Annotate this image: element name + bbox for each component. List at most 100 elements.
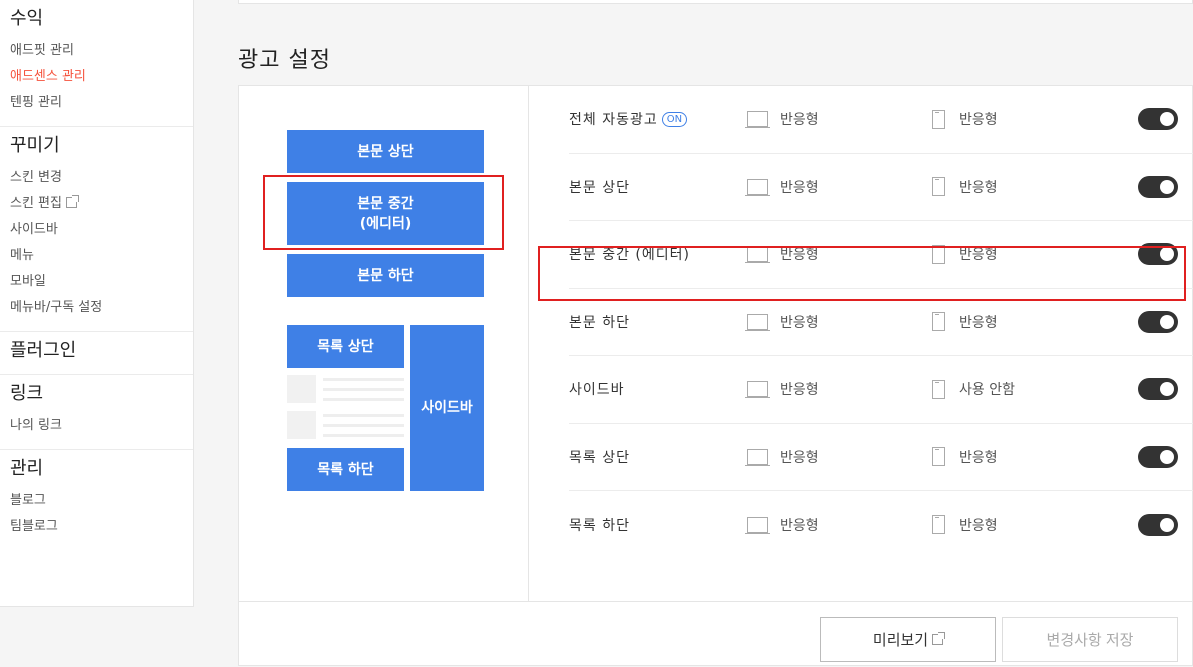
ad-slot-toggle[interactable]: [1138, 378, 1178, 401]
pc-ad-type-value: 반응형: [780, 179, 819, 196]
sidebar-item-sidebar[interactable]: 사이드바: [10, 217, 183, 243]
phone-icon: [932, 447, 945, 467]
ad-slot-toggle[interactable]: [1138, 310, 1178, 333]
sidebar-group-plugin: 플러그인: [0, 332, 193, 375]
ad-slot-label-text: 전체 자동광고: [569, 112, 658, 129]
mobile-ad-type-value: 반응형: [959, 112, 998, 129]
preview-list-line: [323, 434, 404, 437]
sidebar-item-my-link[interactable]: 나의 링크: [10, 413, 183, 439]
sidebar-item-skin-edit[interactable]: 스킨 편집: [10, 191, 183, 217]
pc-ad-type[interactable]: 반응형: [745, 447, 819, 467]
preview-sidebar: 사이드바: [410, 325, 484, 491]
ad-slot-toggle[interactable]: [1138, 175, 1178, 198]
pc-ad-type[interactable]: 반응형: [745, 109, 819, 129]
ad-slot-toggle[interactable]: [1138, 108, 1178, 131]
phone-icon: [932, 109, 945, 129]
ad-slot-row-list-bottom: 목록 하단 반응형 반응형: [569, 491, 1193, 559]
sidebar: 수익 애드핏 관리 애드센스 관리 텐핑 관리 꾸미기 스킨 변경 스킨 편집 …: [0, 0, 194, 607]
sidebar-item-skin-edit-label: 스킨 편집: [10, 196, 62, 211]
sidebar-item-team-blog[interactable]: 팀블로그: [10, 514, 183, 540]
ad-slot-toggle[interactable]: [1138, 513, 1178, 536]
preview-body-top: 본문 상단: [287, 130, 484, 173]
ad-slot-row-body-top: 본문 상단 반응형 반응형: [569, 154, 1193, 221]
sidebar-item-skin-change[interactable]: 스킨 변경: [10, 165, 183, 191]
sidebar-group-link: 링크 나의 링크: [0, 375, 193, 450]
preview-list-line: [323, 388, 404, 391]
sidebar-title-manage: 관리: [10, 458, 44, 479]
preview-list-thumb: [287, 375, 316, 403]
preview-list-line: [323, 378, 404, 381]
pc-ad-type[interactable]: 반응형: [745, 379, 819, 399]
ad-slot-label: 전체 자동광고 ON: [569, 86, 688, 153]
preview-list-line: [323, 414, 404, 417]
preview-button-label: 미리보기: [872, 632, 929, 649]
external-link-icon: [65, 195, 79, 208]
sidebar-item-tenping[interactable]: 텐핑 관리: [10, 90, 183, 116]
ad-slot-row-auto: 전체 자동광고 ON 반응형 반응형: [569, 86, 1193, 154]
ad-slot-label: 본문 상단: [569, 179, 630, 196]
mobile-ad-type[interactable]: 반응형: [932, 177, 998, 197]
highlight-box: [538, 246, 1186, 301]
sidebar-item-adsense[interactable]: 애드센스 관리: [10, 64, 183, 90]
pc-ad-type-value: 반응형: [780, 112, 819, 129]
top-panel-edge: [238, 0, 1193, 4]
sidebar-group-decorate: 꾸미기 스킨 변경 스킨 편집 사이드바 메뉴 모바일 메뉴바/구독 설정: [0, 127, 193, 332]
pc-ad-type-value: 반응형: [780, 449, 819, 466]
sidebar-group-revenue: 수익 애드핏 관리 애드센스 관리 텐핑 관리: [0, 0, 193, 127]
phone-icon: [932, 312, 945, 332]
ad-slot-row-sidebar: 사이드바 반응형 사용 안함: [569, 356, 1193, 424]
sidebar-title-link: 링크: [10, 383, 44, 404]
preview-list-top: 목록 상단: [287, 325, 404, 368]
preview-list-thumb: [287, 411, 316, 439]
ad-slot-label: 목록 상단: [569, 449, 630, 466]
phone-icon: [932, 515, 945, 535]
page-title: 광고 설정: [238, 48, 331, 73]
sidebar-item-adfit[interactable]: 애드핏 관리: [10, 38, 183, 64]
mobile-ad-type[interactable]: 반응형: [932, 109, 998, 129]
mobile-ad-type-value: 반응형: [959, 449, 998, 466]
pc-ad-type[interactable]: 반응형: [745, 312, 819, 332]
ad-settings-panel: 본문 상단 본문 중간 (에디터) 본문 하단 목록 상단 목록 하단 사이드바…: [238, 85, 1193, 666]
phone-icon: [932, 177, 945, 197]
pc-ad-type[interactable]: 반응형: [745, 515, 819, 535]
ad-slot-toggle[interactable]: [1138, 445, 1178, 468]
mobile-ad-type-value: 반응형: [959, 179, 998, 196]
pc-ad-type[interactable]: 반응형: [745, 177, 819, 197]
monitor-icon: [745, 516, 770, 534]
sidebar-title-plugin[interactable]: 플러그인: [10, 338, 183, 364]
ad-slot-label: 사이드바: [569, 382, 625, 399]
sidebar-item-menu[interactable]: 메뉴: [10, 243, 183, 269]
monitor-icon: [745, 313, 770, 331]
preview-list-bottom: 목록 하단: [287, 448, 404, 491]
monitor-icon: [745, 381, 770, 399]
pc-ad-type-value: 반응형: [780, 517, 819, 534]
preview-list-line: [323, 398, 404, 401]
ad-slot-label: 목록 하단: [569, 517, 630, 534]
sidebar-item-blog[interactable]: 블로그: [10, 488, 183, 514]
mobile-ad-type-value: 반응형: [959, 314, 998, 331]
ad-position-preview: 본문 상단 본문 중간 (에디터) 본문 하단 목록 상단 목록 하단 사이드바: [239, 86, 529, 601]
monitor-icon: [745, 111, 770, 129]
mobile-ad-type[interactable]: 반응형: [932, 312, 998, 332]
mobile-ad-type-value: 반응형: [959, 517, 998, 534]
pc-ad-type-value: 반응형: [780, 314, 819, 331]
phone-icon: [932, 379, 945, 399]
mobile-ad-type[interactable]: 반응형: [932, 515, 998, 535]
preview-body-bottom: 본문 하단: [287, 254, 484, 297]
mobile-ad-type[interactable]: 사용 안함: [932, 379, 1015, 399]
ad-slot-row-list-top: 목록 상단 반응형 반응형: [569, 424, 1193, 491]
panel-footer: 미리보기 변경사항 저장: [239, 601, 1192, 667]
sidebar-title-decorate: 꾸미기: [10, 135, 60, 156]
preview-button[interactable]: 미리보기: [820, 617, 996, 662]
preview-list-line: [323, 424, 404, 427]
sidebar-item-mobile[interactable]: 모바일: [10, 269, 183, 295]
sidebar-item-menubar[interactable]: 메뉴바/구독 설정: [10, 295, 183, 321]
highlight-box: [263, 175, 504, 250]
monitor-icon: [745, 448, 770, 466]
on-badge: ON: [661, 111, 688, 127]
sidebar-title-revenue: 수익: [10, 8, 44, 29]
monitor-icon: [745, 178, 770, 196]
mobile-ad-type[interactable]: 반응형: [932, 447, 998, 467]
save-changes-button[interactable]: 변경사항 저장: [1002, 617, 1178, 662]
external-link-icon: [932, 632, 946, 645]
